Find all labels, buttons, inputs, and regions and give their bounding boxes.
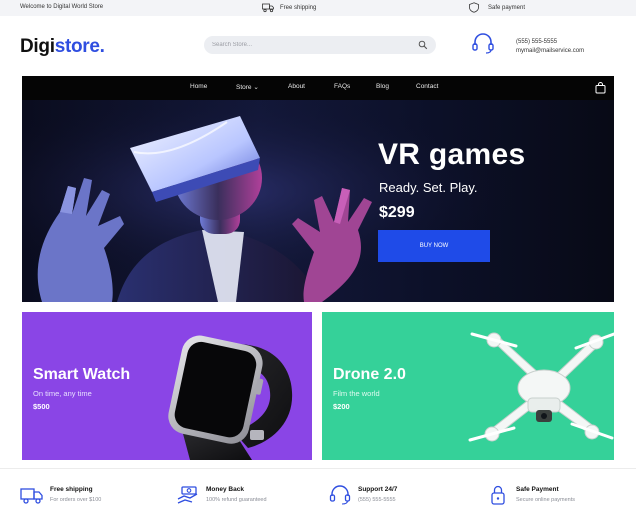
logo-text-digi: Digi — [20, 36, 55, 57]
feature-title: Safe Payment — [516, 486, 559, 493]
top-bar: Welcome to Digital World Store Free ship… — [0, 0, 636, 16]
welcome-text: Welcome to Digital World Store — [20, 4, 104, 10]
feature-title: Money Back — [206, 486, 244, 493]
buy-now-button[interactable]: BUY NOW — [378, 230, 490, 262]
truck-icon — [262, 3, 274, 13]
lock-icon — [491, 485, 505, 505]
features-strip: Free shipping For orders over $100 Money… — [0, 468, 636, 518]
hero-subtitle: Ready. Set. Play. — [379, 180, 478, 195]
search-icon[interactable] — [418, 40, 428, 50]
vr-player-image — [22, 100, 614, 302]
nav-item-faqs[interactable]: FAQs — [334, 83, 350, 90]
main-nav: Home Store ⌄ About FAQs Blog Contact — [22, 76, 614, 100]
topbar-payment: Safe payment — [468, 2, 525, 13]
logo-text-store: store. — [54, 36, 105, 57]
hero-title: VR games — [378, 138, 526, 171]
contact-phone[interactable]: (555) 555-5555 — [516, 38, 584, 47]
promo-card-smart-watch[interactable]: Smart Watch On time, any time $500 — [22, 312, 312, 460]
nav-item-about[interactable]: About — [288, 83, 305, 90]
drone-price: $200 — [333, 402, 350, 411]
nav-item-home[interactable]: Home — [190, 83, 207, 90]
feature-subtitle: (555) 555-5555 — [358, 497, 396, 503]
nav-item-blog[interactable]: Blog — [376, 83, 389, 90]
feature-subtitle: Secure online payments — [516, 497, 576, 503]
feature-title: Free shipping — [50, 486, 93, 493]
feature-subtitle: 100% refund guaranteed — [206, 497, 267, 503]
shopping-bag-icon[interactable] — [595, 82, 606, 94]
drone-subtitle: Film the world — [333, 389, 380, 398]
nav-item-store[interactable]: Store ⌄ — [236, 83, 259, 91]
truck-icon — [20, 488, 43, 504]
smart-watch-price: $500 — [33, 402, 50, 411]
promo-card-drone[interactable]: Drone 2.0 Film the world $200 — [322, 312, 614, 460]
headset-icon — [472, 33, 494, 54]
site-header: Digistore. (555) 555-5555 mymail@mailser… — [0, 16, 636, 74]
site-logo[interactable]: Digistore. — [20, 36, 105, 58]
headset-icon — [329, 485, 351, 505]
nav-item-contact[interactable]: Contact — [416, 83, 438, 90]
shield-icon — [469, 2, 479, 13]
feature-subtitle: For orders over $100 — [50, 497, 102, 503]
topbar-shipping-label: Free shipping — [280, 4, 317, 11]
search-input[interactable] — [212, 39, 412, 51]
feature-title: Support 24/7 — [358, 486, 398, 493]
drone-image — [468, 332, 614, 442]
smart-watch-image — [168, 335, 293, 460]
contact-email[interactable]: mymail@mailservice.com — [516, 47, 584, 56]
drone-title: Drone 2.0 — [333, 366, 406, 383]
smart-watch-title: Smart Watch — [33, 366, 131, 383]
smart-watch-subtitle: On time, any time — [33, 389, 92, 398]
hero-price: $299 — [379, 204, 415, 221]
contact-info: (555) 555-5555 mymail@mailservice.com — [516, 38, 584, 56]
hero-banner: VR games Ready. Set. Play. $299 BUY NOW — [22, 100, 614, 302]
topbar-payment-label: Safe payment — [488, 4, 526, 11]
search-bar — [204, 36, 436, 54]
topbar-shipping: Free shipping — [262, 2, 316, 13]
money-icon — [177, 486, 198, 504]
